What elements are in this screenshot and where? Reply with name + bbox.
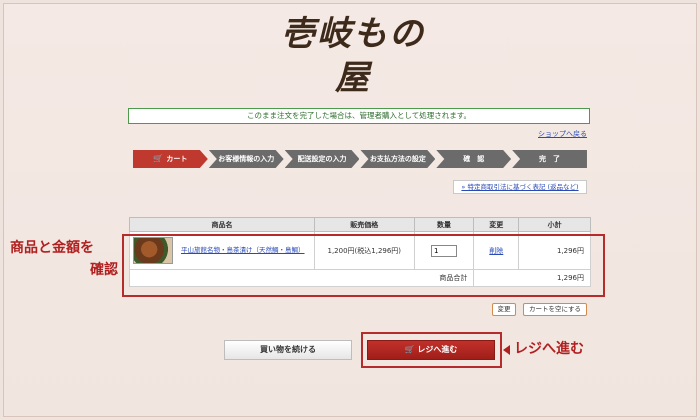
checkout-progress-steps: 🛒 カート お客様情報の入力 配送設定の入力 お支払方法の設定 確 認 完 了	[133, 150, 588, 168]
step-cart: 🛒 カート	[133, 150, 208, 168]
product-cell: 平山旅館名物・島茶漬け（天然鯛・島鯛）	[129, 231, 315, 270]
cart-header-row: 商品名 販売価格 数量 変更 小計	[129, 217, 591, 232]
step-label: カート	[166, 155, 188, 163]
total-label: 商品合計	[128, 269, 475, 287]
update-button[interactable]: 変更	[492, 303, 516, 316]
step-label: 完 了	[539, 155, 561, 163]
store-logo[interactable]: 壱岐もの屋	[268, 12, 438, 98]
step-shipping: 配送設定の入力	[285, 150, 360, 168]
annotation-confirm-line2: 確認	[90, 262, 118, 278]
step-payment: お支払方法の設定	[360, 150, 435, 168]
step-customer-info: お客様情報の入力	[209, 150, 284, 168]
pointer-arrow-icon	[503, 345, 510, 355]
cart-icon: 🛒	[404, 345, 418, 354]
total-value: 1,296円	[473, 269, 591, 287]
change-cell: 削除	[473, 231, 520, 270]
delete-link[interactable]: 削除	[489, 247, 503, 255]
header-subtotal: 小計	[518, 217, 591, 232]
header-change: 変更	[473, 217, 520, 232]
checkout-button[interactable]: 🛒 レジへ進む	[367, 340, 495, 360]
product-name-link[interactable]: 平山旅館名物・島茶漬け（天然鯛・島鯛）	[181, 245, 311, 256]
header-quantity: 数量	[413, 217, 475, 232]
step-label: お客様情報の入力	[218, 155, 275, 163]
header-price: 販売価格	[313, 217, 415, 232]
header-product: 商品名	[129, 217, 315, 232]
table-row: 平山旅館名物・島茶漬け（天然鯛・島鯛） 1,200円(税込1,296円) 削除 …	[129, 231, 591, 270]
quantity-cell	[413, 231, 475, 270]
continue-shopping-button[interactable]: 買い物を続ける	[224, 340, 352, 360]
total-row: 商品合計 1,296円	[128, 269, 591, 287]
commercial-law-link[interactable]: » 特定商取引法に基づく表記 (返品など)	[453, 180, 587, 194]
product-thumbnail[interactable]	[133, 237, 173, 264]
annotation-confirm-line1: 商品と金額を	[10, 240, 94, 256]
step-label: 配送設定の入力	[297, 155, 347, 163]
step-confirm: 確 認	[436, 150, 511, 168]
step-label: 確 認	[463, 155, 485, 163]
clear-cart-button[interactable]: カートを空にする	[523, 303, 587, 316]
admin-purchase-notice: このまま注文を完了した場合は、管理者購入として処理されます。	[128, 108, 590, 124]
cart-icon: 🛒	[153, 154, 164, 163]
step-complete: 完 了	[512, 150, 587, 168]
price-cell: 1,200円(税込1,296円)	[313, 231, 415, 270]
checkout-label: レジへ進む	[417, 345, 458, 354]
annotation-checkout: レジへ進む	[514, 341, 584, 357]
step-label: お支払方法の設定	[369, 155, 426, 163]
quantity-input[interactable]	[430, 244, 457, 257]
subtotal-cell: 1,296円	[518, 231, 591, 270]
back-to-shop-link[interactable]: ショップへ戻る	[538, 129, 587, 139]
cart-table: 商品名 販売価格 数量 変更 小計 平山旅館名物・島茶漬け（天然鯛・島鯛） 1,…	[128, 217, 591, 287]
